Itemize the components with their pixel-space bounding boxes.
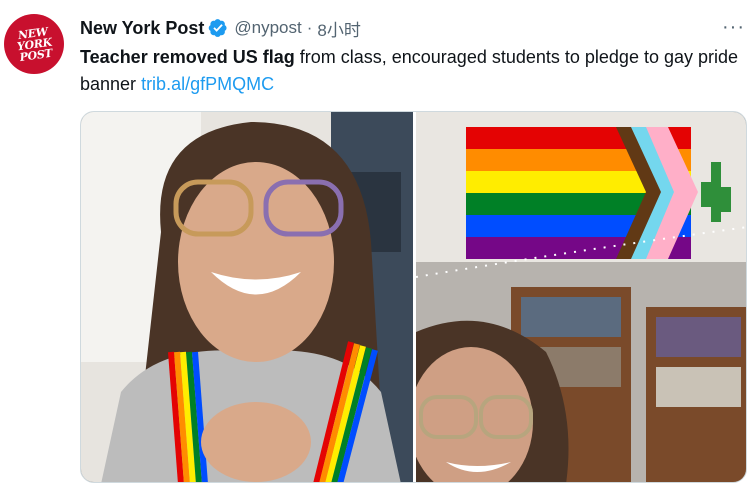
- author-name[interactable]: New York Post: [80, 18, 204, 39]
- tweet-link[interactable]: trib.al/gfPMQMC: [141, 74, 274, 94]
- tweet-media[interactable]: [80, 111, 747, 483]
- media-photo-left[interactable]: [81, 112, 413, 483]
- tweet: NEW YORK POST New York Post @nypost · 8小…: [0, 0, 754, 493]
- header-separator: ·: [306, 18, 313, 37]
- more-horizontal-icon[interactable]: ···: [722, 16, 745, 39]
- avatar[interactable]: NEW YORK POST: [4, 14, 64, 74]
- author-handle[interactable]: @nypost: [234, 18, 301, 38]
- timestamp[interactable]: 8小时: [317, 16, 360, 41]
- avatar-logo: NEW YORK POST: [15, 24, 53, 64]
- tweet-text-bold: Teacher removed US flag: [80, 47, 295, 67]
- media-photo-right[interactable]: [416, 112, 747, 483]
- tweet-text: Teacher removed US flag from class, enco…: [80, 44, 740, 98]
- verified-badge-icon: [209, 19, 227, 37]
- tweet-header: New York Post @nypost · 8小时: [80, 16, 361, 40]
